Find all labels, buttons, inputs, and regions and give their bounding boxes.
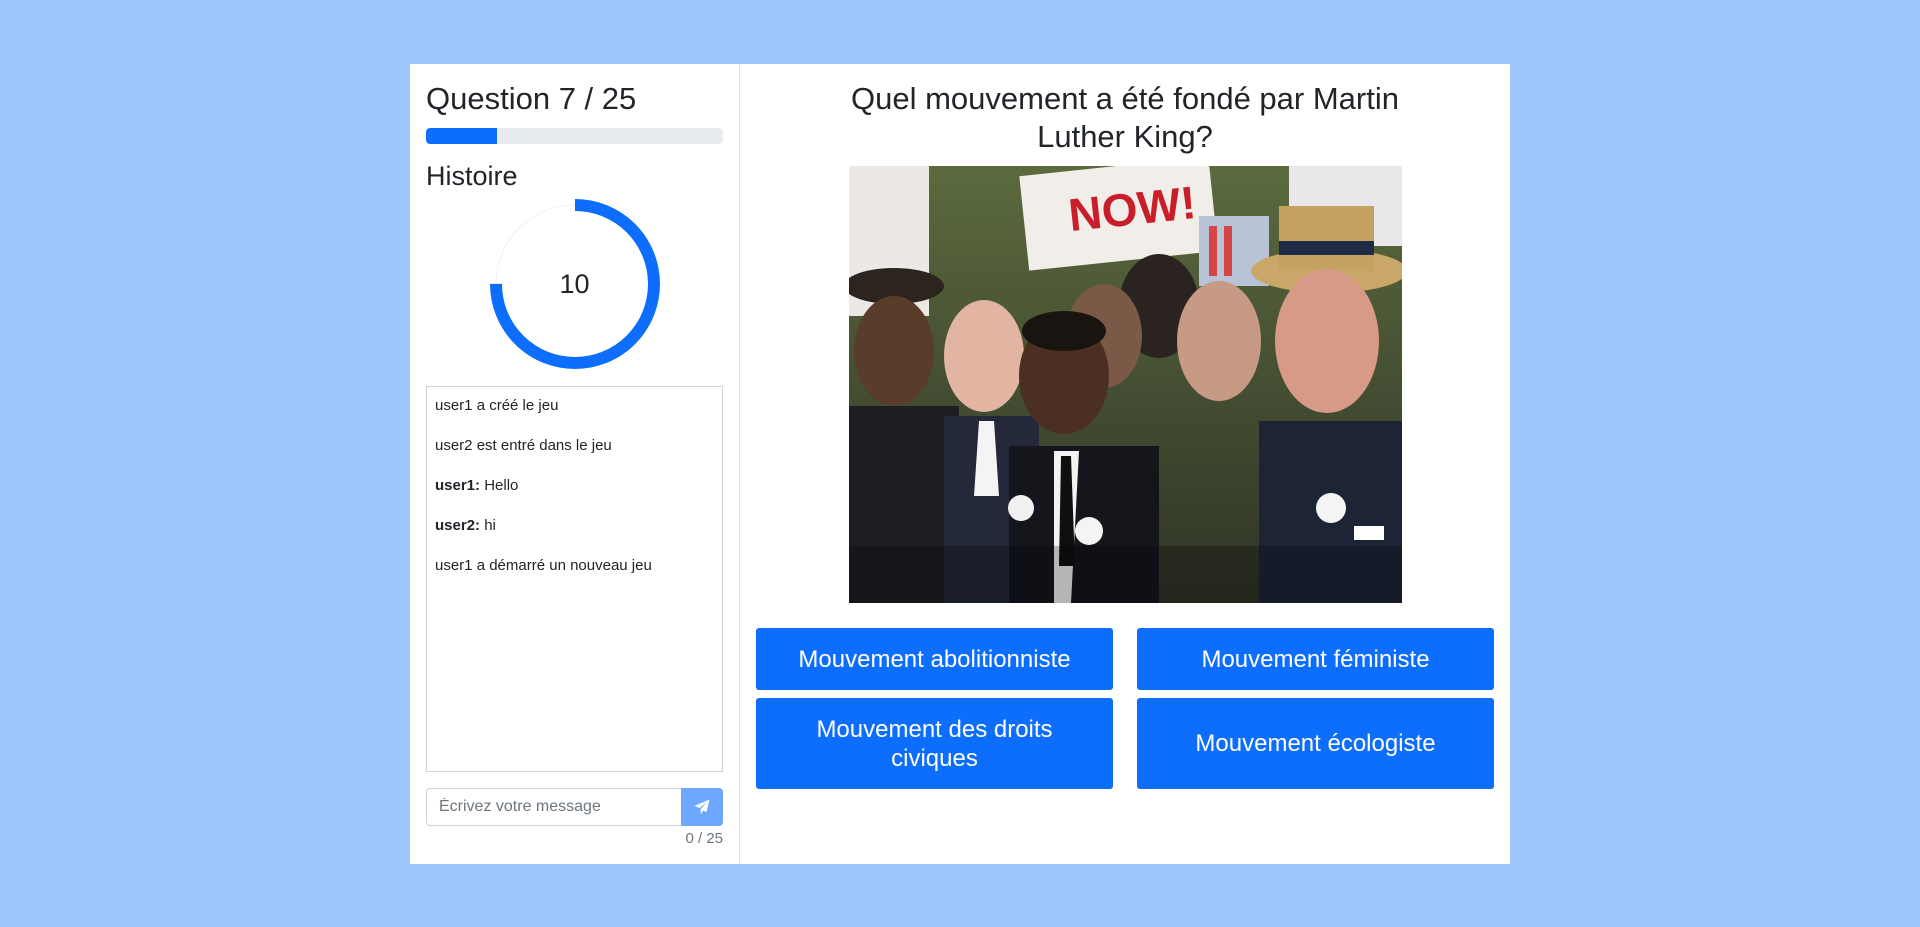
question-panel: Quel mouvement a été fondé par Martin Lu… bbox=[740, 64, 1510, 864]
quiz-card: Question 7 / 25 Histoire 10 user1 a créé… bbox=[410, 64, 1510, 864]
chat-message-user: user1: bbox=[435, 476, 481, 494]
timer-value: 10 bbox=[559, 268, 590, 299]
chat-form bbox=[426, 787, 723, 826]
chat-message-text: user1 a créé le jeu bbox=[435, 396, 559, 414]
message-char-count: 0 / 25 bbox=[685, 829, 723, 847]
chat-message-text: Hello bbox=[484, 476, 519, 494]
quiz-progress-fill bbox=[426, 128, 498, 145]
paper-plane-icon bbox=[694, 799, 710, 814]
chat-message: user2: hi bbox=[435, 517, 714, 534]
chat-message: user1: Hello bbox=[435, 477, 714, 494]
chat-message: user1 a créé le jeu bbox=[435, 397, 714, 414]
question-image: NOW! bbox=[848, 166, 1402, 603]
chat-log[interactable]: user1 a créé le jeu user2 est entré dans… bbox=[426, 385, 723, 772]
answer-grid: Mouvement abolitionniste Mouvement fémin… bbox=[756, 628, 1494, 789]
answer-button-1[interactable]: Mouvement abolitionniste bbox=[756, 628, 1113, 690]
question-text: Quel mouvement a été fondé par Martin Lu… bbox=[851, 81, 1399, 154]
answer-button-2[interactable]: Mouvement féministe bbox=[1137, 628, 1494, 690]
question-counter: Question 7 / 25 bbox=[426, 81, 637, 116]
sidebar: Question 7 / 25 Histoire 10 user1 a créé… bbox=[410, 64, 740, 864]
chat-message-text: user1 a démarré un nouveau jeu bbox=[435, 556, 652, 574]
chat-message-user: user2: bbox=[435, 516, 481, 534]
answer-button-3[interactable]: Mouvement des droits civiques bbox=[756, 698, 1113, 789]
chat-message-text: user2 est entré dans le jeu bbox=[435, 436, 612, 454]
quiz-progress-bar bbox=[426, 128, 723, 145]
chat-message: user2 est entré dans le jeu bbox=[435, 437, 714, 454]
send-button[interactable] bbox=[681, 787, 723, 826]
chat-message: user1 a démarré un nouveau jeu bbox=[435, 557, 714, 574]
chat-message-text: hi bbox=[484, 516, 496, 534]
countdown-timer: 10 bbox=[489, 198, 660, 369]
march-photo: NOW! bbox=[848, 166, 1402, 603]
answer-button-4[interactable]: Mouvement écologiste bbox=[1137, 698, 1494, 789]
category-label: Histoire bbox=[426, 161, 518, 192]
chat-message-input[interactable] bbox=[426, 787, 681, 826]
